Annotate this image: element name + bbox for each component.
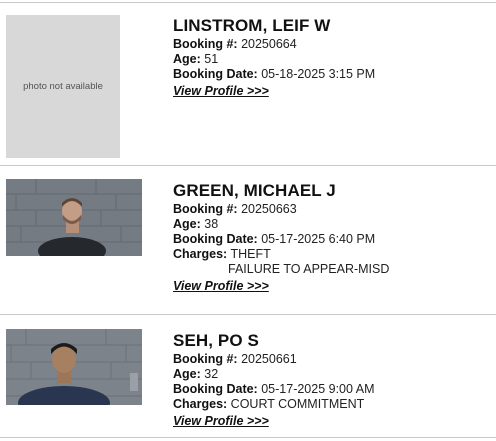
booking-label: Booking #: <box>173 202 238 216</box>
booking-date-label: Booking Date: <box>173 232 258 246</box>
booking-label: Booking #: <box>173 37 238 51</box>
age-label: Age: <box>173 367 201 381</box>
booking-number: 20250664 <box>241 37 297 51</box>
inmate-card: SEH, PO S Booking #: 20250661 Age: 32 Bo… <box>0 315 496 437</box>
photo-placeholder: photo not available <box>6 15 120 158</box>
charge-item: FAILURE TO APPEAR-MISD <box>228 262 390 276</box>
booking-number: 20250663 <box>241 202 297 216</box>
view-profile-link[interactable]: View Profile >>> <box>173 414 269 429</box>
mugshot-image <box>6 179 142 256</box>
inmate-name: GREEN, MICHAEL J <box>173 181 336 200</box>
booking-date-value: 05-17-2025 6:40 PM <box>261 232 376 246</box>
view-profile-link[interactable]: View Profile >>> <box>173 84 269 99</box>
booking-date-value: 05-18-2025 3:15 PM <box>261 67 376 81</box>
mugshot-image <box>6 329 142 405</box>
age-value: 32 <box>204 367 219 381</box>
charges-label: Charges: <box>173 397 228 411</box>
inmate-name: LINSTROM, LEIF W <box>173 16 331 35</box>
booking-label: Booking #: <box>173 352 238 366</box>
no-photo-text: photo not available <box>23 81 103 92</box>
age-value: 51 <box>204 52 219 66</box>
inmate-card: photo not available LINSTROM, LEIF W Boo… <box>0 3 496 165</box>
age-label: Age: <box>173 52 201 66</box>
booking-number: 20250661 <box>241 352 297 366</box>
view-profile-link[interactable]: View Profile >>> <box>173 279 269 294</box>
age-value: 38 <box>204 217 219 231</box>
booking-date-label: Booking Date: <box>173 382 258 396</box>
inmate-card: GREEN, MICHAEL J Booking #: 20250663 Age… <box>0 166 496 314</box>
divider-bottom <box>0 437 496 438</box>
booking-date-value: 05-17-2025 9:00 AM <box>261 382 375 396</box>
charge-item: THEFT <box>230 247 271 261</box>
inmate-name: SEH, PO S <box>173 331 259 350</box>
charges-label: Charges: <box>173 247 228 261</box>
charge-item: COURT COMMITMENT <box>230 397 365 411</box>
age-label: Age: <box>173 217 201 231</box>
booking-date-label: Booking Date: <box>173 67 258 81</box>
